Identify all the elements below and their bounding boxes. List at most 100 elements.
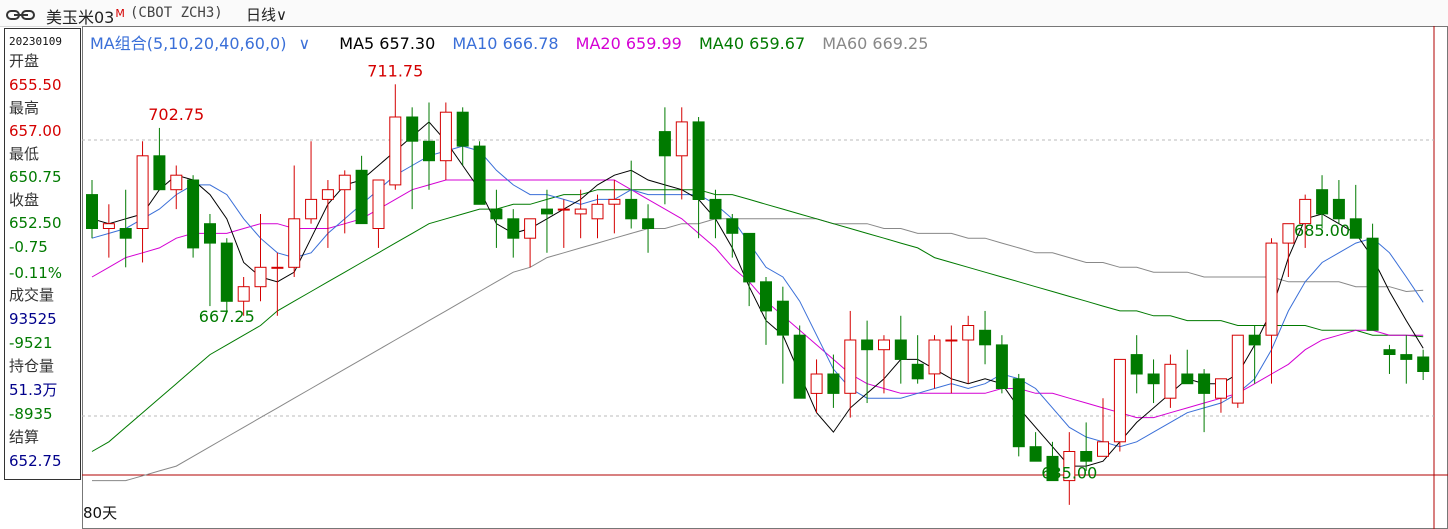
- candle: [136, 155, 149, 229]
- ma-legend: MA组合(5,10,20,40,60,0) ∨ MA5 657.30 MA10 6…: [90, 30, 940, 54]
- ma-group-selector[interactable]: MA组合(5,10,20,40,60,0) ∨: [90, 34, 322, 53]
- candle: [1366, 237, 1379, 331]
- change-pct-value: -0.11%: [9, 264, 63, 282]
- days-count: 80天: [83, 504, 118, 522]
- price-annotation: 685.00: [1294, 221, 1350, 240]
- candle: [709, 198, 722, 220]
- open-label: 开盘: [9, 52, 40, 70]
- candle: [894, 339, 907, 360]
- candle: [574, 208, 587, 215]
- ma10-legend: MA10 666.78: [452, 34, 559, 53]
- candle: [372, 179, 385, 229]
- candle: [1215, 378, 1227, 399]
- candle: [1097, 441, 1109, 457]
- candle: [962, 325, 975, 341]
- ma5-legend: MA5 657.30: [339, 34, 436, 53]
- candle: [254, 266, 267, 288]
- price-annotation: 667.25: [199, 307, 255, 326]
- close-label: 收盘: [9, 191, 40, 209]
- candle: [658, 131, 671, 157]
- candle: [557, 208, 570, 211]
- volume-label: 成交量: [9, 286, 55, 304]
- candle: [1029, 446, 1042, 462]
- candle: [878, 339, 890, 351]
- period-label: 日线: [246, 6, 277, 24]
- candle: [389, 116, 402, 186]
- candle: [760, 281, 772, 312]
- candle: [810, 373, 823, 394]
- candle: [1299, 198, 1312, 225]
- candle: [119, 228, 132, 239]
- link-icon[interactable]: [6, 6, 36, 25]
- chevron-down-icon: ∨: [276, 6, 287, 24]
- candle: [793, 334, 806, 399]
- candle: [220, 242, 233, 302]
- high-value: 657.00: [9, 122, 62, 140]
- candle: [321, 189, 334, 200]
- candle: [995, 344, 1008, 389]
- candle: [1231, 334, 1244, 404]
- candle: [524, 218, 537, 239]
- title-badge: M: [115, 6, 125, 20]
- price-annotation: 635.00: [1041, 463, 1097, 482]
- candle: [1316, 189, 1329, 215]
- candle: [1417, 356, 1430, 372]
- candle: [591, 203, 604, 220]
- volume-value: 93525: [9, 310, 57, 328]
- candle: [271, 266, 284, 269]
- candle: [642, 218, 655, 230]
- low-value: 650.75: [9, 168, 62, 186]
- candle: [608, 198, 621, 205]
- ma40-legend: MA40 659.67: [698, 34, 806, 53]
- quote-panel: 20230109 开盘 655.50 最高 657.00 最低 650.75 收…: [4, 28, 81, 480]
- low-label: 最低: [9, 145, 40, 163]
- instrument-title: 美玉米03M: [46, 6, 125, 27]
- candle: [86, 194, 98, 230]
- candle: [625, 198, 638, 220]
- settle-label: 结算: [9, 428, 40, 446]
- candle: [743, 232, 756, 283]
- candle: [507, 218, 520, 239]
- high-label: 最高: [9, 99, 40, 117]
- candle: [423, 140, 435, 162]
- candle: [1282, 223, 1295, 244]
- change-value: -0.75: [9, 238, 48, 256]
- candle: [979, 329, 992, 346]
- candle: [338, 174, 351, 191]
- candle: [844, 339, 857, 394]
- candle: [473, 145, 486, 205]
- candle: [406, 116, 419, 142]
- ma10-line: [91, 145, 1424, 448]
- candle: [911, 363, 924, 380]
- candle: [1265, 242, 1278, 336]
- candle: [288, 218, 301, 268]
- candle: [170, 174, 183, 191]
- candle: [692, 121, 705, 200]
- ma-group-label: MA组合(5,10,20,40,60,0): [90, 34, 287, 53]
- candle: [827, 373, 840, 394]
- candle: [187, 179, 200, 249]
- open-value: 655.50: [9, 76, 62, 94]
- open-interest-change-value: -8935: [9, 405, 53, 423]
- candle: [928, 339, 941, 375]
- ma20-legend: MA20 659.99: [575, 34, 682, 53]
- close-value: 652.50: [9, 214, 62, 232]
- candle: [1349, 218, 1362, 239]
- instrument-code: (CBOT ZCH3): [130, 5, 223, 21]
- candle: [355, 169, 368, 225]
- ma5-line: [91, 121, 1424, 467]
- candle: [1332, 198, 1345, 220]
- candle: [861, 339, 874, 351]
- candle: [153, 155, 166, 191]
- period-selector[interactable]: 日线∨: [246, 4, 287, 25]
- candle: [490, 208, 503, 220]
- chevron-down-icon: ∨: [298, 34, 311, 53]
- candle: [439, 111, 452, 162]
- candlestick-chart[interactable]: 702.75 711.75 667.25 685.00 635.00: [82, 26, 1448, 529]
- price-annotation: 711.75: [367, 61, 423, 80]
- quote-date: 20230109: [9, 35, 62, 48]
- open-interest-label: 持仓量: [9, 357, 55, 375]
- candle: [1147, 373, 1160, 385]
- candle: [456, 111, 469, 147]
- candle: [726, 218, 739, 234]
